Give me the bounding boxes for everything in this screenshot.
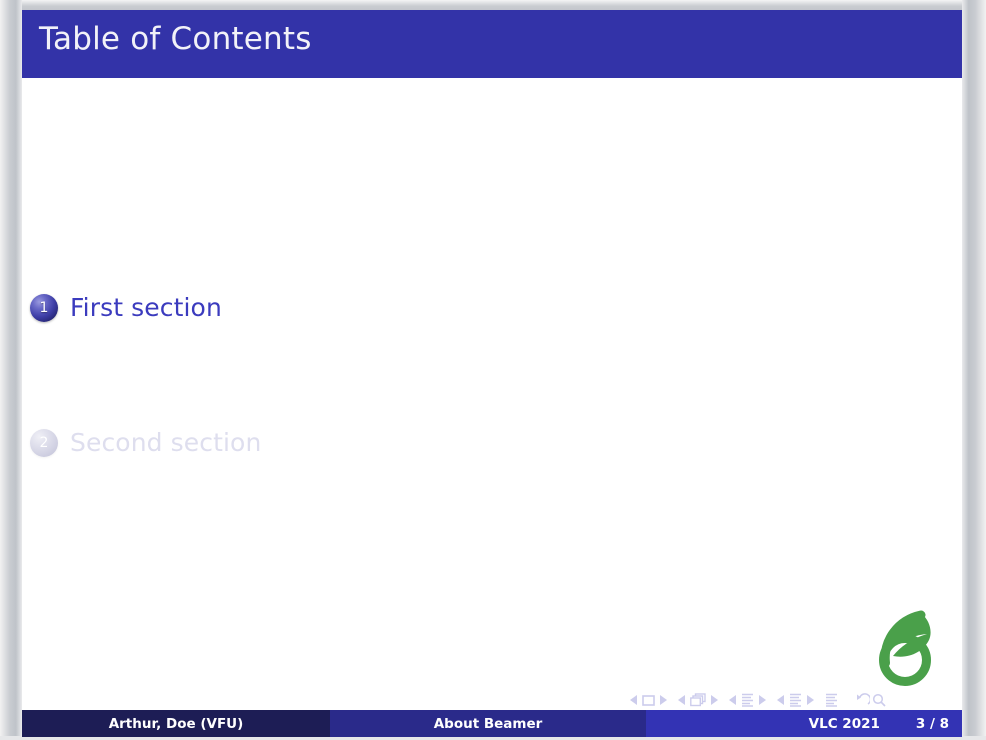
slide-footer: Arthur, Doe (VFU) About Beamer VLC 2021 … (22, 710, 962, 737)
toc-entry-label: First section (70, 293, 222, 322)
slide-body: Table of Contents 1 First section 2 Seco… (22, 10, 962, 737)
back-find-navigation-group[interactable] (855, 693, 886, 707)
canvas-frame-left (0, 0, 22, 740)
next-triangle-icon[interactable] (806, 695, 814, 705)
back-arrow-icon[interactable] (855, 693, 870, 707)
toc-entry-label: Second section (70, 428, 262, 457)
subsection-navigation-group[interactable] (729, 693, 766, 707)
toc-entry-second-section[interactable]: 2 Second section (30, 428, 261, 457)
next-triangle-icon[interactable] (710, 695, 718, 705)
toc-entry-first-section[interactable]: 1 First section (30, 293, 222, 322)
toc-number-badge: 2 (30, 428, 58, 457)
presentation-navigation-group[interactable] (825, 693, 838, 707)
footer-title: About Beamer (330, 710, 646, 737)
footer-meta: VLC 2021 3 / 8 (646, 710, 962, 737)
overleaf-logo (865, 607, 949, 691)
slide-navigation-group[interactable] (630, 694, 667, 706)
find-magnifier-icon[interactable] (872, 693, 886, 707)
prev-triangle-icon[interactable] (777, 695, 785, 705)
section-lines-icon[interactable] (789, 693, 802, 707)
footer-date: VLC 2021 (808, 715, 880, 732)
next-triangle-icon[interactable] (659, 695, 667, 705)
footer-page-number: 3 / 8 (915, 715, 949, 732)
prev-triangle-icon[interactable] (729, 695, 737, 705)
toc-number-badge: 1 (30, 293, 58, 322)
frame-navigation-group[interactable] (678, 693, 718, 707)
slide-title-bar: Table of Contents (22, 10, 962, 78)
presentation-lines-icon[interactable] (825, 693, 838, 707)
canvas-frame-right (962, 0, 986, 740)
next-triangle-icon[interactable] (758, 695, 766, 705)
section-navigation-group[interactable] (777, 693, 814, 707)
prev-triangle-icon[interactable] (678, 695, 686, 705)
slide-square-icon[interactable] (642, 694, 655, 706)
page-title: Table of Contents (39, 21, 312, 57)
prev-triangle-icon[interactable] (630, 695, 638, 705)
subsection-lines-icon[interactable] (741, 693, 754, 707)
presentation-slide-canvas: Table of Contents 1 First section 2 Seco… (0, 0, 986, 740)
frames-stack-icon[interactable] (690, 693, 706, 707)
beamer-navigation-symbols[interactable] (630, 689, 886, 711)
footer-author: Arthur, Doe (VFU) (22, 710, 330, 737)
